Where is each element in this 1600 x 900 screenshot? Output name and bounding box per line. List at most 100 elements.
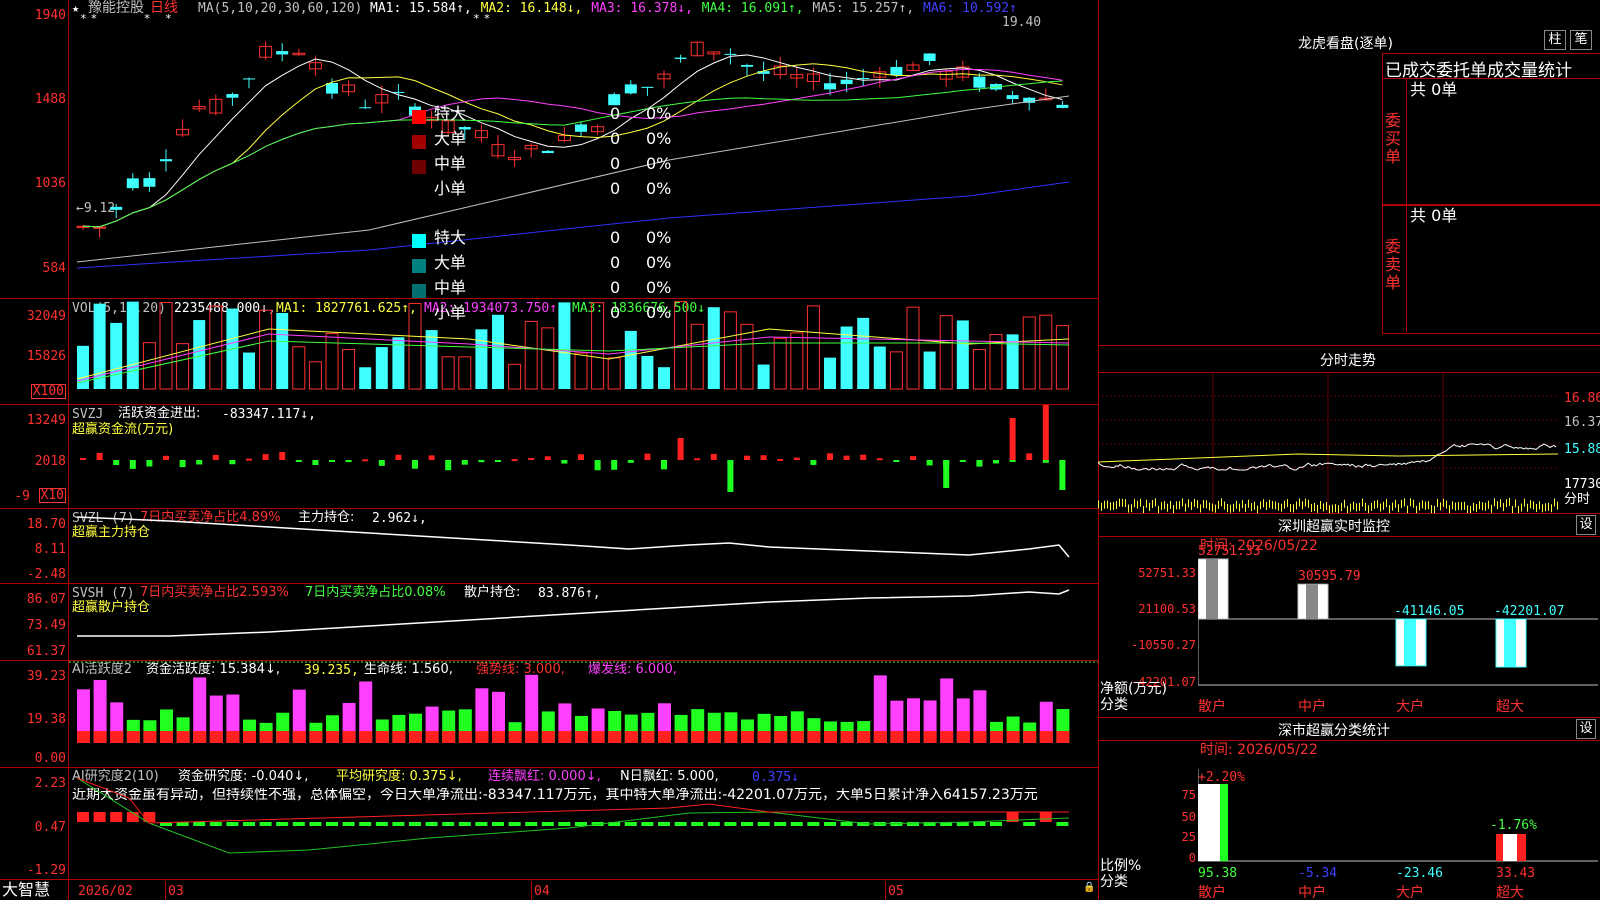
volume-bar bbox=[641, 355, 654, 389]
vol-tick bbox=[1257, 505, 1258, 513]
vol-tick bbox=[1551, 504, 1552, 513]
vol-tick bbox=[1344, 499, 1345, 508]
vol-tick bbox=[1302, 501, 1303, 510]
axis-label: 16.37 bbox=[1564, 415, 1600, 430]
vol-tick bbox=[1509, 498, 1510, 507]
intraday-panel[interactable]: 分时走势 16.86 16.37 15.88 17730 分时 bbox=[1098, 345, 1600, 513]
stats-panel[interactable]: 深市超赢分类统计 设 时间: 2026/05/22 75 50 25 0 比例%… bbox=[1098, 717, 1600, 900]
net-bar-core bbox=[1504, 619, 1516, 667]
flow-bar bbox=[146, 460, 153, 467]
volume-chart[interactable] bbox=[69, 299, 1098, 404]
monitor-settings-button[interactable]: 设 bbox=[1576, 515, 1596, 535]
research-bar bbox=[409, 822, 421, 826]
flow-bar bbox=[295, 460, 302, 462]
activity-base bbox=[591, 731, 605, 743]
volume-bar bbox=[806, 305, 820, 390]
candle-down bbox=[326, 83, 338, 94]
flow-bar bbox=[677, 438, 684, 460]
vol-tick bbox=[1245, 503, 1246, 512]
category-label: 中户 bbox=[1298, 698, 1326, 715]
row-percent: 0% bbox=[646, 228, 672, 247]
flow-bar bbox=[661, 460, 667, 470]
vol-tick bbox=[1155, 498, 1156, 507]
flow-bar bbox=[1042, 460, 1049, 463]
activity-base bbox=[375, 731, 389, 743]
flow-bar bbox=[578, 454, 584, 460]
candle-down bbox=[160, 159, 172, 162]
flow-bar bbox=[129, 460, 136, 469]
intraday-chart[interactable] bbox=[1098, 372, 1558, 513]
volume-bar bbox=[824, 357, 836, 389]
research-bar bbox=[326, 822, 338, 826]
stats-chart[interactable]: +2.20% -1.76% 95.38 -5.34 -23.46 33.43 散户 中户 大户 超… bbox=[1198, 739, 1600, 900]
svzl-chart[interactable] bbox=[69, 509, 1098, 583]
net-bar-core bbox=[1206, 559, 1218, 619]
flow-bar bbox=[1026, 453, 1033, 460]
vol-tick bbox=[1488, 500, 1489, 509]
vol-tick bbox=[1125, 499, 1126, 508]
vol-tick bbox=[1164, 501, 1165, 510]
vol-tick bbox=[1428, 501, 1429, 510]
vol-tick bbox=[1185, 503, 1186, 512]
activity-base bbox=[707, 731, 721, 743]
avg-line bbox=[76, 777, 1070, 854]
vol-tick bbox=[1404, 498, 1405, 507]
flow-bar bbox=[395, 454, 402, 460]
activity-base bbox=[790, 731, 804, 743]
vol-tick bbox=[1350, 503, 1351, 512]
research-bar bbox=[790, 822, 803, 826]
vol-tick bbox=[1176, 501, 1177, 510]
kline-chart[interactable] bbox=[69, 0, 1098, 298]
vol-tick bbox=[1140, 498, 1141, 507]
axis-label: 18.70 bbox=[26, 517, 66, 532]
legend-swatch bbox=[412, 284, 426, 298]
vol-tick bbox=[1314, 503, 1315, 512]
row-name: 中单 bbox=[434, 278, 467, 297]
activity-base bbox=[907, 731, 920, 743]
vol-tick bbox=[1311, 503, 1312, 512]
research-bar bbox=[209, 822, 222, 826]
activity-base bbox=[1039, 731, 1053, 743]
vol-tick bbox=[1200, 504, 1201, 513]
vol-tick bbox=[1269, 499, 1270, 508]
axis-label: 0 bbox=[1188, 851, 1196, 865]
vol-tick bbox=[1107, 500, 1108, 509]
vol-tick bbox=[1278, 502, 1279, 511]
volume-bar bbox=[624, 330, 637, 389]
activity-base bbox=[691, 731, 705, 743]
vol-tick bbox=[1479, 501, 1480, 510]
lhb-tab-bar[interactable]: 已成交委托单成交量统计 bbox=[1382, 53, 1600, 81]
research-bar bbox=[707, 822, 720, 826]
net-bar-core bbox=[1306, 584, 1318, 619]
vol-tick bbox=[1452, 501, 1453, 510]
bar-mode-button[interactable]: 柱 bbox=[1544, 30, 1566, 50]
research-bar bbox=[475, 822, 488, 826]
axis-label: 584 bbox=[42, 261, 66, 276]
volume-bar bbox=[110, 322, 123, 389]
vol-tick bbox=[1359, 502, 1360, 511]
ai-activity-chart[interactable] bbox=[69, 661, 1098, 767]
vol-tick bbox=[1416, 505, 1417, 513]
monitor-panel[interactable]: 深圳超赢实时监控 设 时间: 2026/05/22 52751.33 21100… bbox=[1098, 513, 1600, 717]
monitor-chart[interactable]: 52751.33 30595.79 -41146.05 -42201.07 散户 中户 大户… bbox=[1198, 535, 1600, 717]
vol-tick bbox=[1332, 504, 1333, 513]
vol-tick bbox=[1440, 502, 1441, 511]
tick-mode-button[interactable]: 笔 bbox=[1570, 30, 1592, 50]
ai-research-chart[interactable] bbox=[69, 768, 1098, 879]
vol-tick bbox=[1179, 501, 1180, 510]
ratio-bar-core bbox=[1220, 784, 1228, 861]
legend-swatch bbox=[412, 135, 426, 149]
svsh-chart[interactable] bbox=[69, 584, 1098, 660]
svzj-chart[interactable] bbox=[69, 405, 1098, 508]
research-bar bbox=[774, 822, 787, 826]
intraday-title: 分时走势 bbox=[1320, 353, 1376, 369]
price-line bbox=[1098, 443, 1557, 471]
stats-settings-button[interactable]: 设 bbox=[1576, 719, 1596, 739]
flow-bar bbox=[777, 458, 784, 461]
row-count: 0 bbox=[610, 129, 621, 148]
research-bar bbox=[541, 822, 554, 826]
flow-bar bbox=[561, 460, 568, 464]
lock-icon[interactable]: 🔒 bbox=[1083, 883, 1095, 893]
research-bar bbox=[741, 822, 753, 826]
activity-base bbox=[973, 731, 987, 743]
